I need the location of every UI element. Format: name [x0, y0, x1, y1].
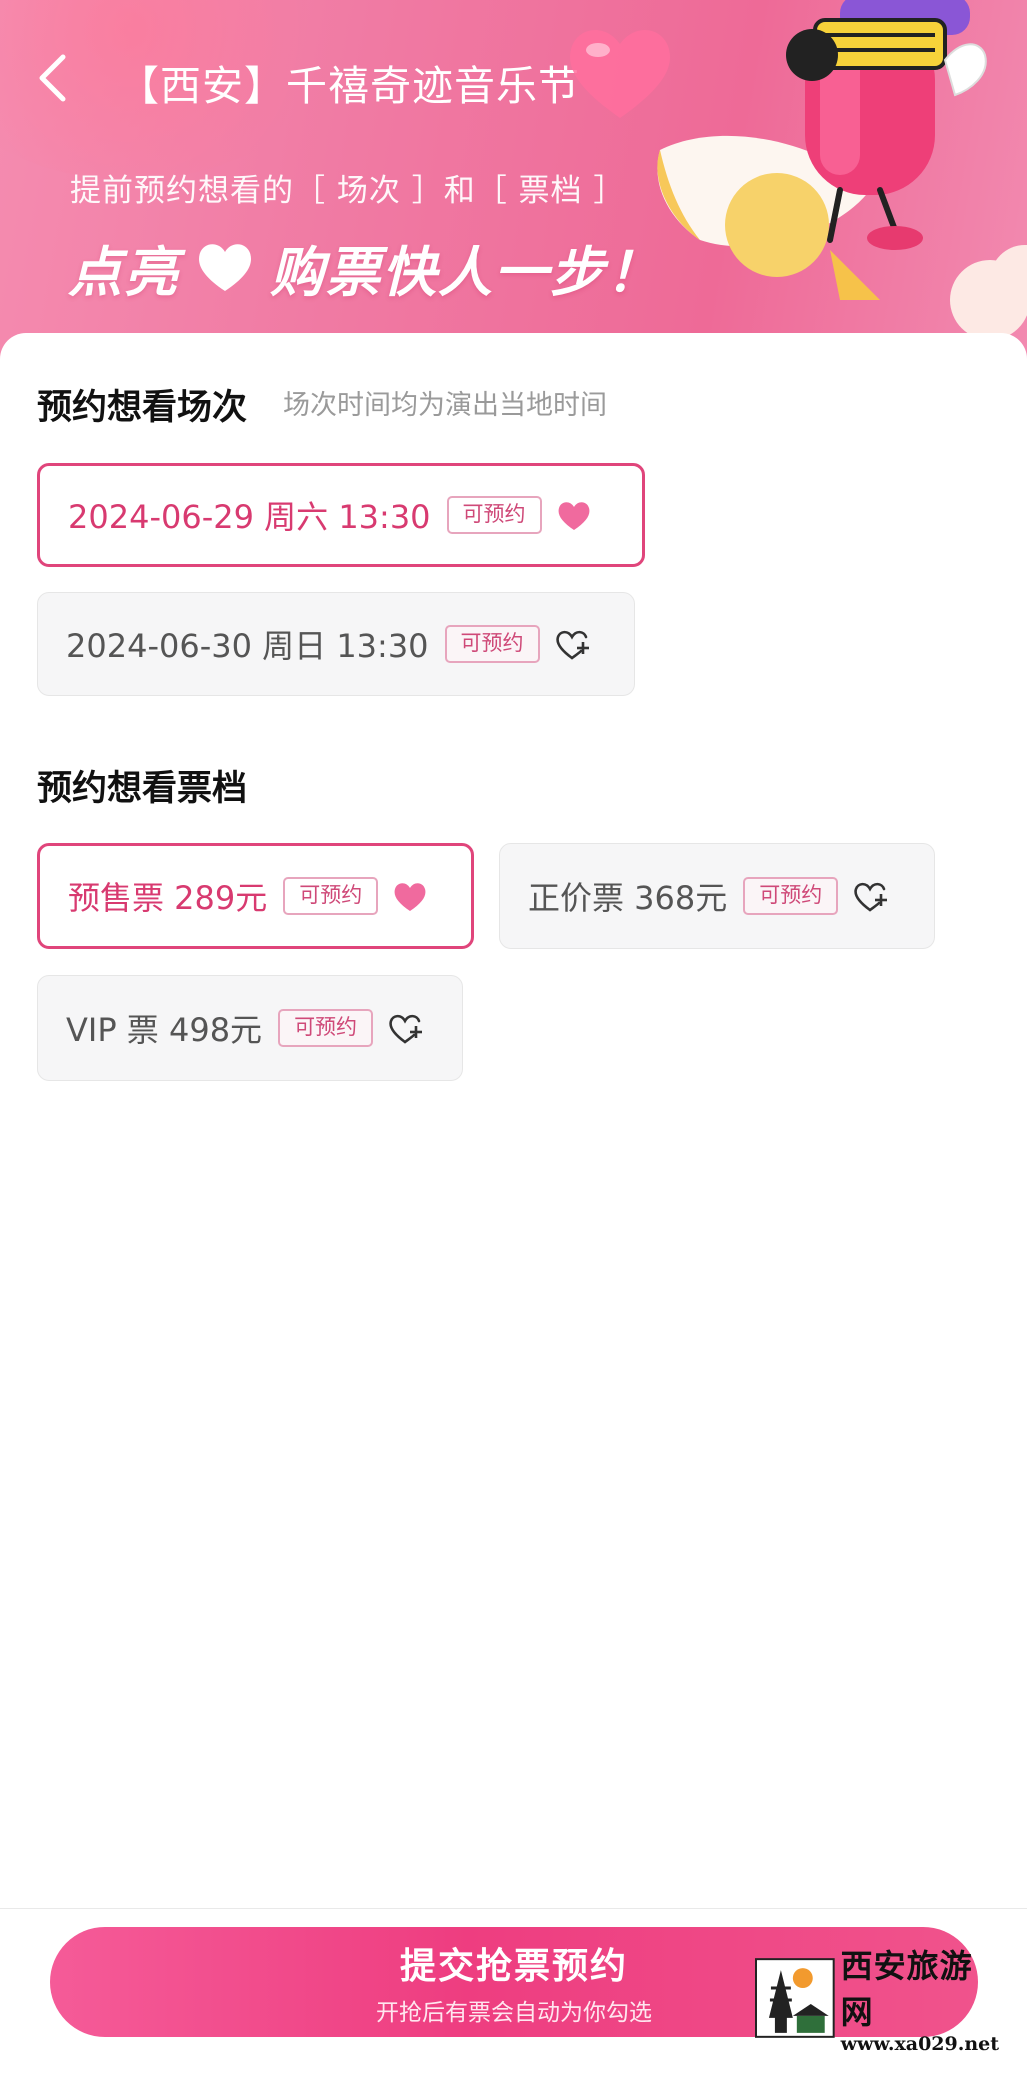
- watermark-url: www.xa029.net: [840, 2033, 1000, 2055]
- watermark-name: 西安旅游网: [840, 1947, 973, 2031]
- status-badge: 可预约: [446, 496, 542, 534]
- session-section-hint: 场次时间均为演出当地时间: [283, 390, 607, 421]
- heart-filled-icon: [556, 499, 592, 532]
- ticket-option-regular[interactable]: 正价票 368元 可预约: [499, 843, 935, 949]
- heart-plus-icon: [387, 1012, 423, 1045]
- chevron-left-icon: [39, 54, 66, 102]
- status-badge: 可预约: [444, 625, 540, 663]
- mascot-illustration: [657, 0, 1027, 340]
- ticket-section-title: 预约想看票档: [37, 769, 248, 809]
- banner-subtitle: 提前预约想看的［ 场次 ］和［ 票档 ］: [70, 173, 626, 209]
- back-button[interactable]: [22, 48, 82, 108]
- status-badge: 可预约: [278, 1009, 374, 1047]
- heart-plus-icon: [554, 628, 590, 661]
- session-option-2024-06-30[interactable]: 2024-06-30 周日 13:30 可预约: [37, 592, 635, 696]
- submit-sublabel: 开抢后有票会自动为你勾选: [376, 2000, 652, 2026]
- page-title: 【西安】千禧奇迹音乐节: [118, 62, 580, 110]
- pagoda-icon: [755, 1958, 835, 2038]
- ticket-label: VIP 票 498元: [66, 1011, 263, 1049]
- session-label: 2024-06-30 周日 13:30: [66, 627, 429, 665]
- heart-filled-icon: [392, 880, 428, 913]
- ticket-label: 正价票 368元: [528, 879, 728, 917]
- reservation-panel: 预约想看场次 场次时间均为演出当地时间 2024-06-29 周六 13:30 …: [0, 333, 1027, 1908]
- ticket-label: 预售票 289元: [68, 879, 268, 917]
- session-section-title: 预约想看场次: [37, 388, 248, 428]
- header-banner: 【西安】千禧奇迹音乐节 提前预约想看的［ 场次 ］和［ 票档 ］ 点亮 购票快人…: [0, 0, 1027, 360]
- slogan-right: 购票快人一步！: [270, 240, 662, 304]
- bottom-divider: [0, 1908, 1027, 1909]
- heart-plus-icon: [852, 880, 888, 913]
- slogan-left: 点亮: [68, 240, 180, 304]
- status-badge: 可预约: [283, 877, 379, 915]
- watermark-logo: 西安旅游网 www.xa029.net: [755, 1947, 1005, 2055]
- ticket-option-presale[interactable]: 预售票 289元 可预约: [37, 843, 474, 949]
- heart-filled-icon: [199, 244, 251, 291]
- session-option-2024-06-29[interactable]: 2024-06-29 周六 13:30 可预约: [37, 463, 645, 567]
- status-badge: 可预约: [743, 877, 839, 915]
- session-label: 2024-06-29 周六 13:30: [68, 498, 431, 536]
- submit-label: 提交抢票预约: [399, 1946, 628, 1987]
- ticket-option-vip[interactable]: VIP 票 498元 可预约: [37, 975, 463, 1081]
- banner-slogan: 点亮 购票快人一步！: [68, 232, 662, 304]
